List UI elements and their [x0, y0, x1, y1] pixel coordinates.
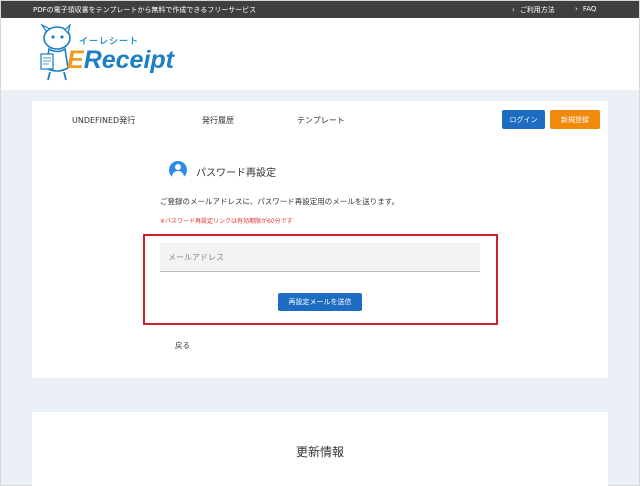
login-button[interactable]: ログイン — [502, 110, 545, 129]
form-description: ご登録のメールアドレスに、パスワード再設定用のメールを送ります。 — [160, 197, 400, 206]
expiry-note: ※パスワード再設定リンクは有効期限が60分です — [160, 218, 293, 225]
site-header: イーレシート EReceipt — [1, 18, 639, 90]
nav-item-templates[interactable]: テンプレート — [297, 115, 345, 126]
nav-item-history[interactable]: 発行履歴 — [202, 115, 234, 126]
top-bar: PDFの電子領収書をテンプレートから無料で作成できるフリーサービス › ご利用方… — [1, 1, 639, 18]
user-icon — [169, 161, 187, 179]
send-reset-email-button[interactable]: 再設定メールを送信 — [278, 293, 362, 311]
usage-guide-label: ご利用方法 — [519, 6, 555, 14]
usage-guide-link[interactable]: › ご利用方法 — [512, 5, 555, 15]
logo-wordmark: EReceipt — [67, 46, 174, 74]
faq-link[interactable]: › FAQ — [575, 5, 596, 13]
register-button[interactable]: 新規登録 — [550, 110, 600, 129]
news-title: 更新情報 — [295, 445, 344, 459]
chevron-right-icon: › — [512, 6, 515, 14]
email-input[interactable] — [160, 243, 480, 272]
chevron-right-icon: › — [575, 5, 578, 13]
page-title: パスワード再設定 — [196, 168, 276, 179]
nav-item-issue[interactable]: UNDEFINED発行 — [72, 115, 135, 126]
site-tagline: PDFの電子領収書をテンプレートから無料で作成できるフリーサービス — [33, 6, 257, 14]
site-logo[interactable]: イーレシート EReceipt — [37, 24, 177, 90]
back-link[interactable]: 戻る — [175, 340, 190, 351]
faq-label: FAQ — [582, 5, 597, 13]
